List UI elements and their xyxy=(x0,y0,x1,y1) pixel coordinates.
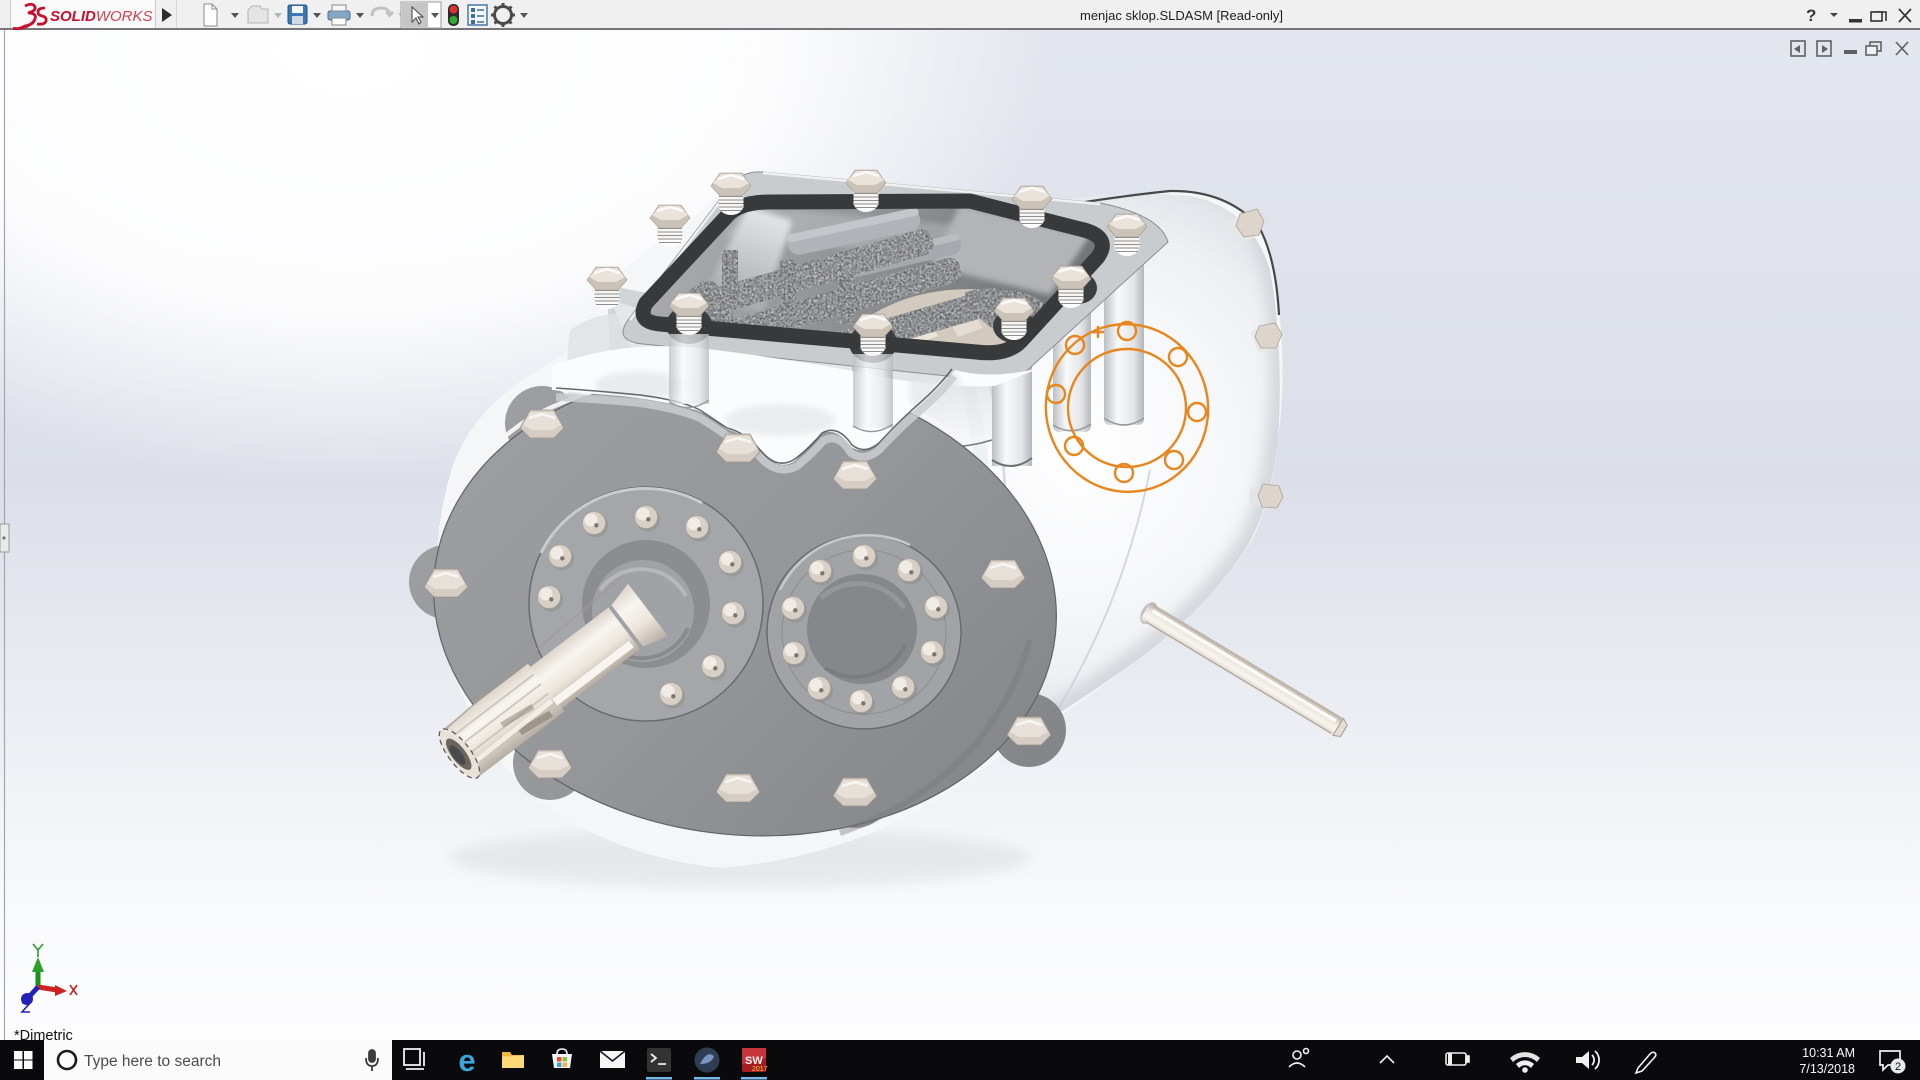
svg-text:2: 2 xyxy=(1895,1061,1901,1073)
svg-text:Type here to search: Type here to search xyxy=(84,1053,221,1070)
svg-text:10:31 AM: 10:31 AM xyxy=(1802,1046,1855,1060)
svg-text:SOLIDWORKS: SOLIDWORKS xyxy=(50,8,153,25)
svg-text:?: ? xyxy=(1806,6,1816,25)
svg-text:e: e xyxy=(458,1043,475,1078)
svg-text:2017: 2017 xyxy=(752,1066,768,1073)
svg-text:7/13/2018: 7/13/2018 xyxy=(1799,1062,1855,1076)
